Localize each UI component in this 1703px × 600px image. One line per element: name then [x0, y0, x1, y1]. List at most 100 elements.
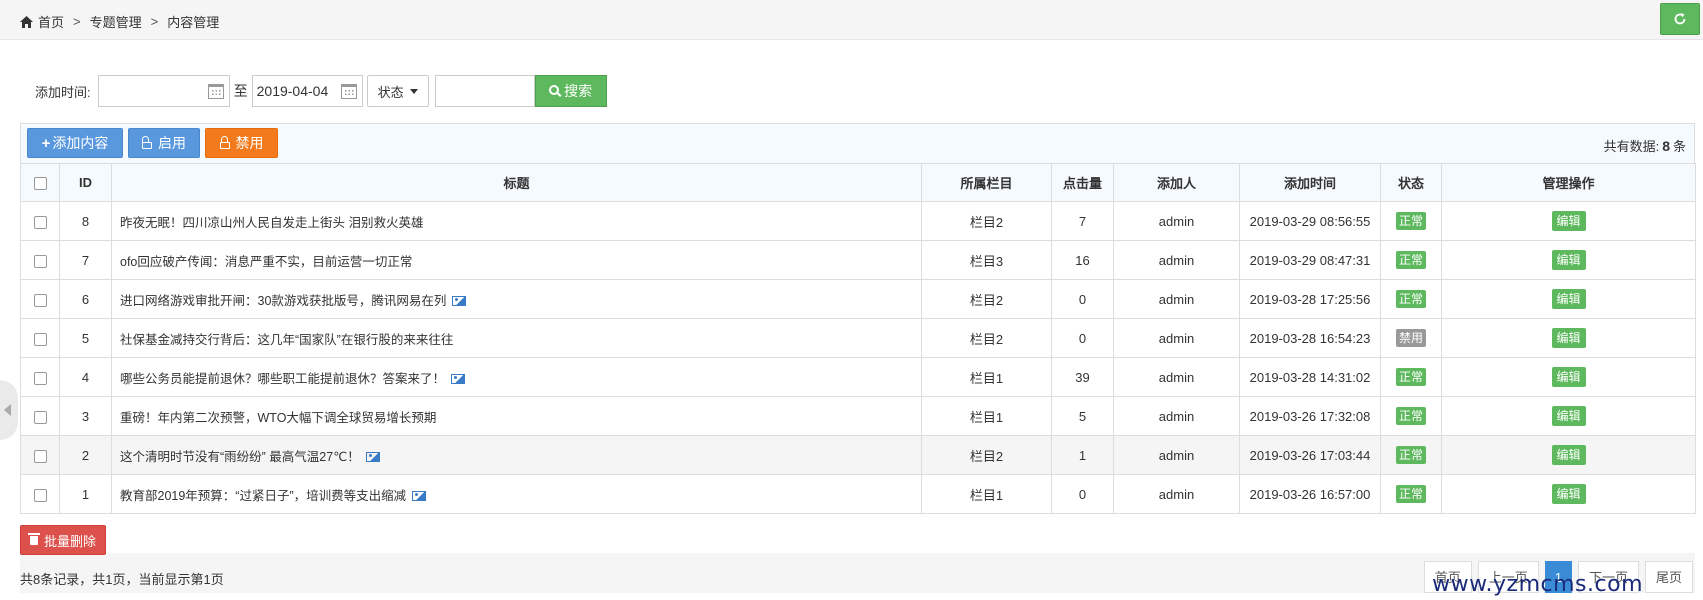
row-status-cell: 正常 [1380, 201, 1442, 241]
row-actions-cell: 编辑 [1441, 474, 1696, 514]
row-status-cell: 正常 [1380, 396, 1442, 436]
table-row: 2 这个清明时节没有“雨纷纷” 最高气温27℃！ 栏目2 1 admin 2019-03-… [20, 435, 1696, 475]
row-id: 1 [59, 474, 112, 514]
start-date-input[interactable] [97, 75, 230, 107]
search-button[interactable]: 搜索 [534, 75, 607, 107]
header-id: ID [59, 163, 112, 202]
header-hits: 点击量 [1051, 163, 1114, 202]
end-date-input[interactable]: 2019-04-04 [251, 75, 363, 107]
breadcrumb-home[interactable]: 首页 [38, 12, 64, 31]
row-title-cell: ofo回应破产传闻：消息严重不实，目前运营一切正常 [111, 240, 922, 280]
edit-button[interactable]: 编辑 [1551, 211, 1586, 231]
edit-button[interactable]: 编辑 [1551, 367, 1586, 387]
keyword-input[interactable] [434, 75, 535, 107]
row-select-cell [20, 279, 60, 319]
table-row: 8 昨夜无眠！四川凉山州人民自发走上街头 泪别救火英雄 栏目2 7 admin 2019-… [20, 201, 1696, 241]
status-badge: 正常 [1395, 251, 1426, 269]
row-select-cell [20, 435, 60, 475]
row-select-cell [20, 357, 60, 397]
row-title[interactable]: 这个清明时节没有“雨纷纷” 最高气温27℃！ [120, 450, 360, 464]
row-status-cell: 正常 [1380, 240, 1442, 280]
refresh-icon [1674, 13, 1686, 25]
row-title[interactable]: 哪些公务员能提前退休？哪些职工能提前退休？答案来了！ [120, 372, 445, 386]
row-checkbox[interactable] [33, 371, 47, 385]
refresh-button[interactable] [1660, 3, 1700, 35]
row-id: 3 [59, 396, 112, 436]
status-badge: 禁用 [1395, 329, 1426, 347]
batch-delete-button[interactable]: 批量删除 [20, 525, 106, 555]
edit-button[interactable]: 编辑 [1551, 250, 1586, 270]
status-badge: 正常 [1395, 290, 1426, 308]
row-column: 栏目2 [921, 201, 1052, 241]
select-all-checkbox[interactable] [33, 177, 47, 191]
row-title[interactable]: 教育部2019年预算：“过紧日子”，培训费等支出缩减 [120, 489, 406, 503]
row-checkbox[interactable] [33, 410, 47, 424]
status-select[interactable]: 状态 [366, 75, 429, 107]
row-author: admin [1113, 357, 1240, 397]
row-hits: 16 [1051, 240, 1114, 280]
add-content-button[interactable]: + 添加内容 [27, 128, 123, 158]
pager-last[interactable]: 尾页 [1644, 561, 1693, 593]
table-row: 4 哪些公务员能提前退休？哪些职工能提前退休？答案来了！ 栏目1 39 admin 201… [20, 357, 1696, 397]
row-status-cell: 正常 [1380, 357, 1442, 397]
row-checkbox[interactable] [33, 332, 47, 346]
row-author: admin [1113, 201, 1240, 241]
row-actions-cell: 编辑 [1441, 357, 1696, 397]
action-toolbar: + 添加内容 启用 禁用 共有数据: 8 条 [20, 123, 1695, 163]
edit-button[interactable]: 编辑 [1551, 445, 1586, 465]
row-actions-cell: 编辑 [1441, 318, 1696, 358]
row-time: 2019-03-28 16:54:23 [1239, 318, 1381, 358]
row-title-cell: 重磅！年内第二次预警，WTO大幅下调全球贸易增长预期 [111, 396, 922, 436]
row-title-cell: 进口网络游戏审批开闸：30款游戏获批版号，腾讯网易在列 [111, 279, 922, 319]
edit-button[interactable]: 编辑 [1551, 289, 1586, 309]
image-icon [452, 296, 467, 307]
row-checkbox[interactable] [33, 488, 47, 502]
status-badge: 正常 [1395, 368, 1426, 386]
row-id: 7 [59, 240, 112, 280]
row-actions-cell: 编辑 [1441, 201, 1696, 241]
row-column: 栏目3 [921, 240, 1052, 280]
status-badge: 正常 [1395, 446, 1426, 464]
enable-button[interactable]: 启用 [128, 128, 200, 158]
header-column: 所属栏目 [921, 163, 1052, 202]
row-time: 2019-03-29 08:56:55 [1239, 201, 1381, 241]
breadcrumb-separator: > [150, 14, 159, 29]
row-title[interactable]: 重磅！年内第二次预警，WTO大幅下调全球贸易增长预期 [120, 411, 436, 425]
row-hits: 0 [1051, 474, 1114, 514]
row-status-cell: 正常 [1380, 279, 1442, 319]
row-checkbox[interactable] [33, 293, 47, 307]
row-id: 8 [59, 201, 112, 241]
header-author: 添加人 [1113, 163, 1240, 202]
row-time: 2019-03-29 08:47:31 [1239, 240, 1381, 280]
disable-button[interactable]: 禁用 [205, 128, 278, 158]
row-hits: 7 [1051, 201, 1114, 241]
to-label: 至 [233, 83, 248, 99]
row-column: 栏目1 [921, 357, 1052, 397]
row-checkbox[interactable] [33, 215, 47, 229]
row-checkbox[interactable] [33, 449, 47, 463]
row-checkbox[interactable] [33, 254, 47, 268]
row-time: 2019-03-28 14:31:02 [1239, 357, 1381, 397]
row-column: 栏目2 [921, 435, 1052, 475]
row-actions-cell: 编辑 [1441, 435, 1696, 475]
edit-button[interactable]: 编辑 [1551, 328, 1586, 348]
row-title[interactable]: ofo回应破产传闻：消息严重不实，目前运营一切正常 [120, 255, 412, 269]
edit-button[interactable]: 编辑 [1551, 406, 1586, 426]
table-row: 1 教育部2019年预算：“过紧日子”，培训费等支出缩减 栏目1 0 admin 2019… [20, 474, 1696, 514]
calendar-icon [207, 84, 224, 99]
row-title-cell: 昨夜无眠！四川凉山州人民自发走上街头 泪别救火英雄 [111, 201, 922, 241]
breadcrumb-current: 内容管理 [167, 15, 220, 30]
row-id: 6 [59, 279, 112, 319]
row-hits: 1 [1051, 435, 1114, 475]
end-date-value: 2019-04-04 [256, 83, 329, 99]
add-time-label: 添加时间: [35, 84, 91, 100]
total-count: 共有数据: 8 条 [1603, 138, 1686, 154]
sidebar-toggle[interactable] [0, 380, 18, 440]
row-title[interactable]: 社保基金减持交行背后：这几年“国家队”在银行股的来来往往 [120, 333, 453, 347]
row-column: 栏目2 [921, 279, 1052, 319]
row-title[interactable]: 昨夜无眠！四川凉山州人民自发走上街头 泪别救火英雄 [120, 216, 423, 230]
row-title-cell: 哪些公务员能提前退休？哪些职工能提前退休？答案来了！ [111, 357, 922, 397]
edit-button[interactable]: 编辑 [1551, 484, 1586, 504]
row-title[interactable]: 进口网络游戏审批开闸：30款游戏获批版号，腾讯网易在列 [120, 294, 446, 308]
breadcrumb-topic[interactable]: 专题管理 [90, 12, 142, 31]
